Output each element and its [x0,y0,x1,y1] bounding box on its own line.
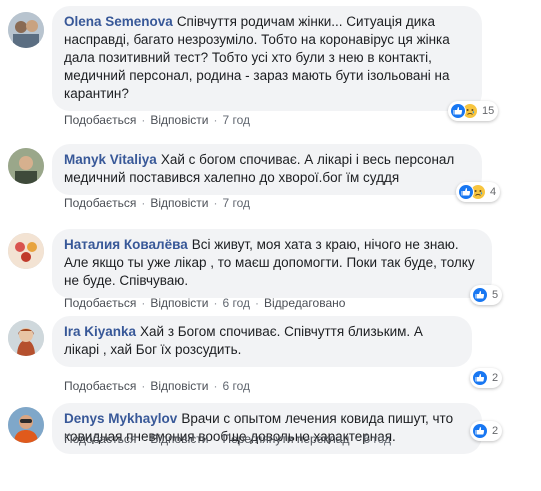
separator-dot: · [141,113,146,127]
reactions-summary[interactable]: 15 [448,101,499,121]
reply-link[interactable]: Відповісти [150,196,208,210]
separator-dot: · [213,379,218,393]
translate-link[interactable]: Переглянути переклад [222,432,349,446]
comment-author[interactable]: Denys Mykhaylov [64,411,177,426]
like-link[interactable]: Подобається [64,296,136,310]
comment-author[interactable]: Olena Semenova [64,14,173,29]
like-link[interactable]: Подобається [64,432,136,446]
separator-dot: · [213,432,218,446]
reactions-summary[interactable]: 5 [470,285,503,305]
reply-link[interactable]: Відповісти [150,296,208,310]
avatar[interactable] [8,148,44,184]
reaction-count: 4 [490,186,497,198]
separator-dot: · [141,196,146,210]
comment: Denys Mykhaylov Врачи с опытом лечения ко… [8,403,533,483]
comment-bubble: Manyk Vitaliya Хай с богом спочиває. А лі… [52,144,482,195]
comment: Manyk Vitaliya Хай с богом спочиває. А лі… [8,144,533,214]
like-link[interactable]: Подобається [64,379,136,393]
edited-label[interactable]: Відредаговано [264,296,345,310]
reply-link[interactable]: Відповісти [150,113,208,127]
reaction-count: 2 [492,425,499,437]
separator-dot: · [213,296,218,310]
reaction-count: 15 [482,105,495,117]
comment-author[interactable]: Ira Kiyanka [64,324,136,339]
like-link[interactable]: Подобається [64,196,136,210]
comment-actions: Подобається · Відповісти · 6 год [64,379,250,393]
separator-dot: · [213,113,218,127]
comment: Ira Kiyanka Хай з Богом спочиває. Співчут… [8,316,533,393]
reply-link[interactable]: Відповісти [150,432,208,446]
separator-dot: · [141,296,146,310]
timestamp[interactable]: 6 год [363,432,391,446]
thumbs-up-icon [472,423,488,439]
comment-actions: Подобається · Відповісти · 7 год [64,196,250,210]
comment-actions: Подобається · Відповісти · 7 год [64,113,250,127]
reaction-count: 5 [492,289,499,301]
reactions-summary[interactable]: 2 [470,368,503,388]
reactions-summary[interactable]: 2 [470,421,503,441]
comment-author[interactable]: Manyk Vitaliya [64,152,157,167]
avatar[interactable] [8,407,44,443]
comment-actions: Подобається · Відповісти · Переглянути п… [64,432,391,446]
reaction-count: 2 [492,372,499,384]
reply-link[interactable]: Відповісти [150,379,208,393]
avatar[interactable] [8,320,44,356]
comment-author[interactable]: Наталия Ковалёва [64,237,188,252]
thumbs-up-icon [458,184,474,200]
separator-dot: · [354,432,359,446]
comment-bubble: Наталия Ковалёва Всі живут, моя хата з кр… [52,229,492,298]
avatar[interactable] [8,12,44,48]
comment-bubble: Denys Mykhaylov Врачи с опытом лечения ко… [52,403,482,454]
timestamp[interactable]: 7 год [222,196,250,210]
timestamp[interactable]: 6 год [222,379,250,393]
reactions-summary[interactable]: 4 [456,182,501,202]
separator-dot: · [141,379,146,393]
timestamp[interactable]: 6 год [222,296,250,310]
separator-dot: · [141,432,146,446]
separator-dot: · [213,196,218,210]
timestamp[interactable]: 7 год [222,113,250,127]
comment: Olena Semenova Співчуття родичам жінки...… [8,6,533,127]
separator-dot: · [255,296,259,310]
thumbs-up-icon [450,103,466,119]
like-link[interactable]: Подобається [64,113,136,127]
thumbs-up-icon [472,370,488,386]
avatar[interactable] [8,233,44,269]
comment-actions: Подобається · Відповісти · 6 год · Відре… [64,296,345,310]
thumbs-up-icon [472,287,488,303]
comment-bubble: Olena Semenova Співчуття родичам жінки...… [52,6,482,111]
comment: Наталия Ковалёва Всі живут, моя хата з кр… [8,229,533,314]
comment-bubble: Ira Kiyanka Хай з Богом спочиває. Співчут… [52,316,472,367]
